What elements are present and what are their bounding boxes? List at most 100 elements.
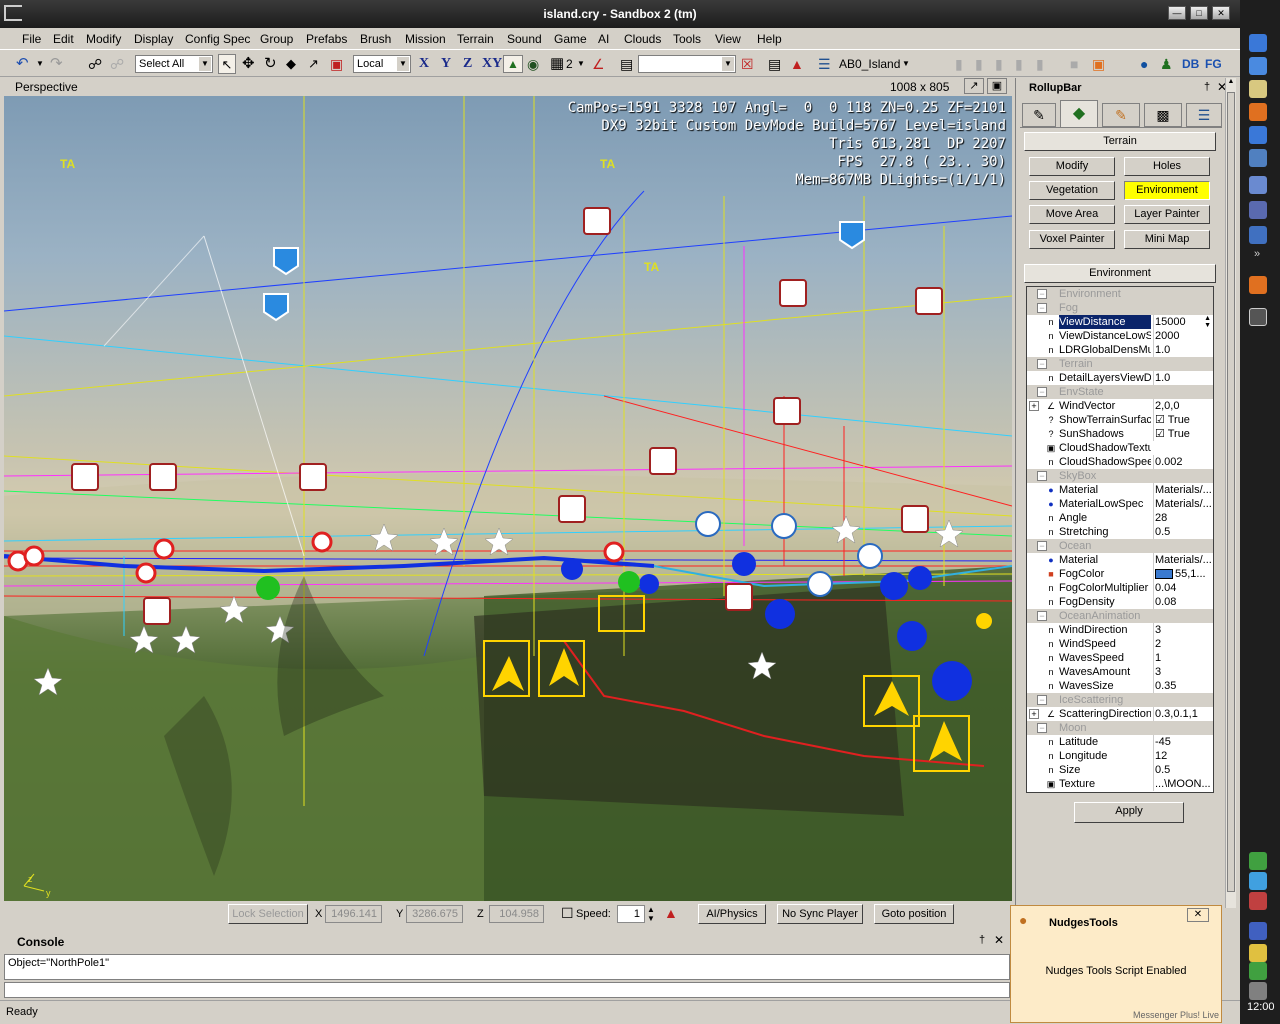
snap-terrain-icon[interactable]: ◉: [527, 54, 539, 74]
axis-x-button[interactable]: X: [419, 56, 429, 72]
undo-icon[interactable]: ↶: [16, 54, 29, 74]
no-sync-player-button[interactable]: No Sync Player: [777, 904, 863, 924]
terrain-header[interactable]: Terrain: [1024, 132, 1216, 151]
tray-volume-icon[interactable]: [1249, 944, 1267, 962]
grid-value[interactable]: 2: [566, 54, 573, 74]
sandbox-task-icon[interactable]: [1249, 308, 1267, 326]
current-layer[interactable]: AB0_Island: [839, 54, 900, 74]
console-input[interactable]: [4, 982, 1010, 998]
property-category[interactable]: − EnvState: [1027, 385, 1213, 399]
collapse-icon[interactable]: −: [1037, 723, 1047, 733]
close-button[interactable]: ✕: [1212, 6, 1230, 20]
lock-icon[interactable]: ☐: [561, 905, 574, 922]
coord-system-combo[interactable]: Local ▼: [353, 55, 411, 73]
export-icon[interactable]: ▤: [768, 54, 781, 74]
delete-selection-icon[interactable]: ☒: [741, 54, 754, 74]
monitor-icon[interactable]: [1249, 176, 1267, 194]
spinner-icon[interactable]: ▲ ▼: [1204, 315, 1211, 329]
close-icon[interactable]: ✕: [994, 933, 1004, 947]
property-row[interactable]: n Size 0.5: [1027, 763, 1213, 777]
menu-clouds[interactable]: Clouds: [624, 32, 661, 46]
property-row[interactable]: n ViewDistanceLowS 2000: [1027, 329, 1213, 343]
property-category[interactable]: − Moon: [1027, 721, 1213, 735]
property-row[interactable]: n DetailLayersViewD 1.0: [1027, 371, 1213, 385]
property-row[interactable]: n WavesAmount 3: [1027, 665, 1213, 679]
menu-tools[interactable]: Tools: [673, 32, 701, 46]
align-right-icon[interactable]: ▮: [995, 54, 1003, 74]
property-category[interactable]: − SkyBox: [1027, 469, 1213, 483]
lock-selection-button[interactable]: Lock Selection: [228, 904, 308, 924]
menu-brush[interactable]: Brush: [360, 32, 391, 46]
property-value[interactable]: 3: [1153, 665, 1213, 679]
property-value[interactable]: 12: [1153, 749, 1213, 763]
character-icon[interactable]: ♟: [1160, 54, 1173, 74]
z-coordinate-field[interactable]: 104.958: [489, 905, 544, 923]
collapse-icon[interactable]: −: [1037, 289, 1047, 299]
pin-icon[interactable]: †: [1204, 81, 1210, 93]
notepad-icon[interactable]: [1249, 80, 1267, 98]
rotate-tool-icon[interactable]: ↻: [264, 54, 277, 74]
terrain-collision-icon[interactable]: ▲: [664, 905, 678, 921]
collapse-icon[interactable]: −: [1037, 387, 1047, 397]
collapse-icon[interactable]: −: [1037, 359, 1047, 369]
property-row[interactable]: n Angle 28: [1027, 511, 1213, 525]
close-icon[interactable]: ✕: [1187, 908, 1209, 922]
property-value[interactable]: ☑ True: [1153, 413, 1213, 427]
collapse-icon[interactable]: −: [1037, 541, 1047, 551]
property-value[interactable]: 3: [1153, 623, 1213, 637]
property-value[interactable]: ...\MOON...: [1153, 777, 1213, 791]
select-terrain-icon[interactable]: ↗: [308, 54, 319, 74]
tray-messenger-icon[interactable]: [1249, 872, 1267, 890]
snap-icon[interactable]: ▣: [330, 54, 343, 74]
menu-prefabs[interactable]: Prefabs: [306, 32, 347, 46]
undo-dropdown-icon[interactable]: ▼: [36, 54, 44, 74]
notes-icon[interactable]: ▤: [620, 54, 633, 74]
import-icon[interactable]: ▲: [790, 54, 804, 74]
collapse-icon[interactable]: −: [1037, 471, 1047, 481]
scroll-up-icon[interactable]: ▲: [1227, 78, 1235, 90]
terrain-modify-button[interactable]: Modify: [1029, 157, 1115, 176]
tab-layers[interactable]: ☰: [1186, 103, 1222, 127]
axis-y-button[interactable]: Y: [441, 56, 451, 72]
menu-modify[interactable]: Modify: [86, 32, 121, 46]
tray-user-icon[interactable]: [1249, 852, 1267, 870]
perspective-viewport[interactable]: TA TA TA z y CamPos=1591 3328 107 Angl= 0 …: [4, 96, 1012, 901]
menu-config-spec[interactable]: Config Spec: [185, 32, 250, 46]
goto-position-button[interactable]: Goto position: [874, 904, 954, 924]
physics-icon[interactable]: ▣: [1092, 54, 1105, 74]
selection-combo[interactable]: Select All ▼: [135, 55, 213, 73]
collapse-icon[interactable]: −: [1037, 303, 1047, 313]
property-value[interactable]: 0.04: [1153, 581, 1213, 595]
firefox-icon[interactable]: [1249, 103, 1267, 121]
tab-objects[interactable]: ✎: [1022, 103, 1056, 127]
terrain-layer-painter-button[interactable]: Layer Painter: [1124, 205, 1210, 224]
angle-snap-icon[interactable]: ∠: [592, 54, 605, 74]
database-button[interactable]: DB: [1182, 54, 1199, 74]
menu-help[interactable]: Help: [757, 32, 782, 46]
property-row[interactable]: + ∠ ScatteringDirection 0.3,0.1,1: [1027, 707, 1213, 721]
move-tool-icon[interactable]: ✥: [242, 54, 255, 74]
property-row[interactable]: n FogDensity 0.08: [1027, 595, 1213, 609]
property-row[interactable]: n WavesSpeed 1: [1027, 651, 1213, 665]
property-row[interactable]: n Stretching 0.5: [1027, 525, 1213, 539]
viewport-layout-icon[interactable]: ↗: [964, 78, 984, 94]
menu-group[interactable]: Group: [260, 32, 293, 46]
x-coordinate-field[interactable]: 1496.141: [325, 905, 382, 923]
explorer-icon[interactable]: [1249, 57, 1267, 75]
property-category[interactable]: − IceScattering: [1027, 693, 1213, 707]
property-row[interactable]: n Longitude 12: [1027, 749, 1213, 763]
property-value[interactable]: 0.35: [1153, 679, 1213, 693]
property-value[interactable]: 28: [1153, 511, 1213, 525]
align-top-icon[interactable]: ▮: [1015, 54, 1023, 74]
expand-icon[interactable]: +: [1029, 709, 1039, 719]
nudges-notification[interactable]: ● NudgesTools ✕ Nudges Tools Script Enab…: [1010, 905, 1222, 1023]
align-left-icon[interactable]: ▮: [955, 54, 963, 74]
property-row[interactable]: ● Material Materials/...: [1027, 553, 1213, 567]
tray-misc-icon[interactable]: [1249, 982, 1267, 1000]
terrain-move-area-button[interactable]: Move Area: [1029, 205, 1115, 224]
property-value[interactable]: 1.0: [1153, 343, 1213, 357]
named-selection-combo[interactable]: ▼: [638, 55, 736, 73]
property-value[interactable]: ☑ True: [1153, 427, 1213, 441]
terrain-voxel-painter-button[interactable]: Voxel Painter: [1029, 230, 1115, 249]
menu-display[interactable]: Display: [134, 32, 173, 46]
